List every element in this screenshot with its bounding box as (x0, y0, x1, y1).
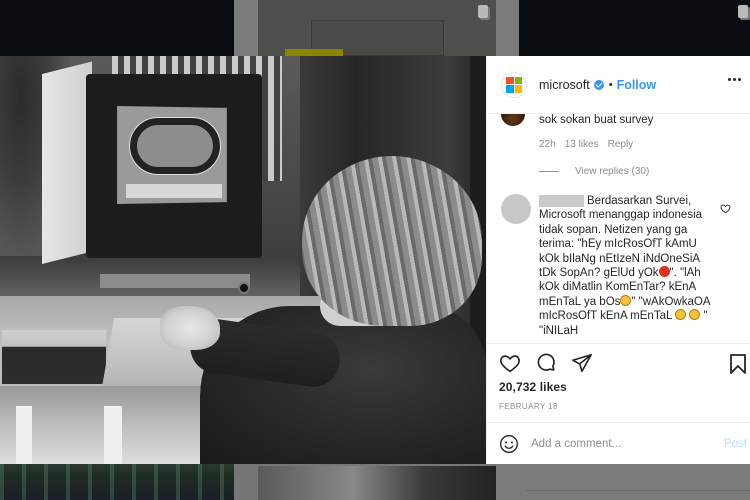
photo-monitor-side (42, 61, 92, 264)
background-feed-tile (0, 464, 234, 500)
angry-face-emoji-icon (658, 266, 670, 278)
photo-screen-racetrack (129, 117, 221, 175)
background-feed-tile (496, 464, 750, 500)
photo-chair-leg (16, 406, 32, 464)
redacted-username[interactable] (539, 195, 584, 207)
multiple-images-icon (478, 5, 488, 18)
post-actions: 20,732 likes FEBRUARY 18 (487, 343, 750, 432)
multiple-images-icon (738, 5, 748, 18)
logo-square-green (514, 76, 522, 84)
post-modal: microsoft • Follow sok sokan buat survey… (0, 56, 750, 464)
action-icons (499, 352, 593, 374)
background-feed-tile-image (285, 49, 343, 56)
photo-child-hand (160, 306, 220, 350)
photo-monitor-knob (238, 282, 250, 294)
view-replies-label: View replies (30) (575, 166, 650, 177)
header-separator: • (608, 78, 613, 91)
follow-button[interactable]: Follow (617, 78, 657, 92)
background-feed-tile (519, 0, 750, 56)
photo-disk-drive (0, 328, 108, 386)
post-side-panel: microsoft • Follow sok sokan buat survey… (486, 56, 750, 464)
rofl-emoji-icon (689, 309, 701, 321)
comment-text: Berdasarkan Survei, Microsoft menanggap … (539, 194, 719, 338)
photo-screen-status (126, 184, 222, 198)
comment-time[interactable]: 22h (539, 139, 556, 150)
heart-icon[interactable] (499, 352, 521, 374)
view-replies-button[interactable]: View replies (30) (539, 166, 649, 177)
more-options-icon[interactable] (728, 78, 741, 81)
verified-badge-icon (593, 79, 604, 90)
comment-icon[interactable] (535, 352, 557, 374)
comment-text: sok sokan buat survey (539, 114, 654, 126)
share-icon[interactable] (571, 352, 593, 374)
rofl-emoji-icon (675, 309, 687, 321)
likes-count[interactable]: 20,732 likes (499, 380, 567, 394)
comment-meta: 22h 13 likes Reply (539, 139, 633, 150)
account-avatar[interactable] (501, 71, 527, 98)
comments-list[interactable]: sok sokan buat survey 22h 13 likes Reply… (487, 114, 750, 342)
post-date[interactable]: FEBRUARY 18 (499, 402, 558, 411)
bookmark-icon[interactable] (729, 353, 747, 375)
photo-chair-leg (104, 406, 122, 464)
post-comment-button[interactable]: Post (724, 438, 747, 450)
post-photo[interactable] (0, 56, 486, 464)
heart-outline-icon[interactable] (720, 203, 731, 214)
comment-input[interactable] (531, 437, 711, 450)
comment-likes[interactable]: 13 likes (565, 139, 599, 150)
emoji-icon[interactable] (499, 434, 519, 454)
background-feed-tile (0, 0, 234, 56)
post-header: microsoft • Follow (487, 56, 750, 114)
background-feed-tile-image (526, 490, 750, 498)
logo-square-red (506, 76, 514, 84)
view-replies-line (539, 171, 559, 172)
microsoft-logo-icon (506, 76, 522, 93)
reply-button[interactable]: Reply (608, 139, 634, 150)
tears-of-joy-emoji-icon (620, 294, 632, 306)
logo-square-yellow (514, 85, 522, 93)
logo-square-blue (506, 85, 514, 93)
comment-avatar[interactable] (501, 194, 531, 224)
photo-monitor-base (100, 274, 250, 288)
photo-child-hair (302, 156, 482, 326)
instagram-post-view: microsoft • Follow sok sokan buat survey… (0, 0, 750, 500)
account-username[interactable]: microsoft (539, 78, 590, 92)
comment-avatar[interactable] (501, 114, 525, 126)
background-feed-tile-image (258, 466, 496, 500)
add-comment-bar: Post (487, 422, 750, 464)
background-feed-tile-image (0, 464, 234, 500)
